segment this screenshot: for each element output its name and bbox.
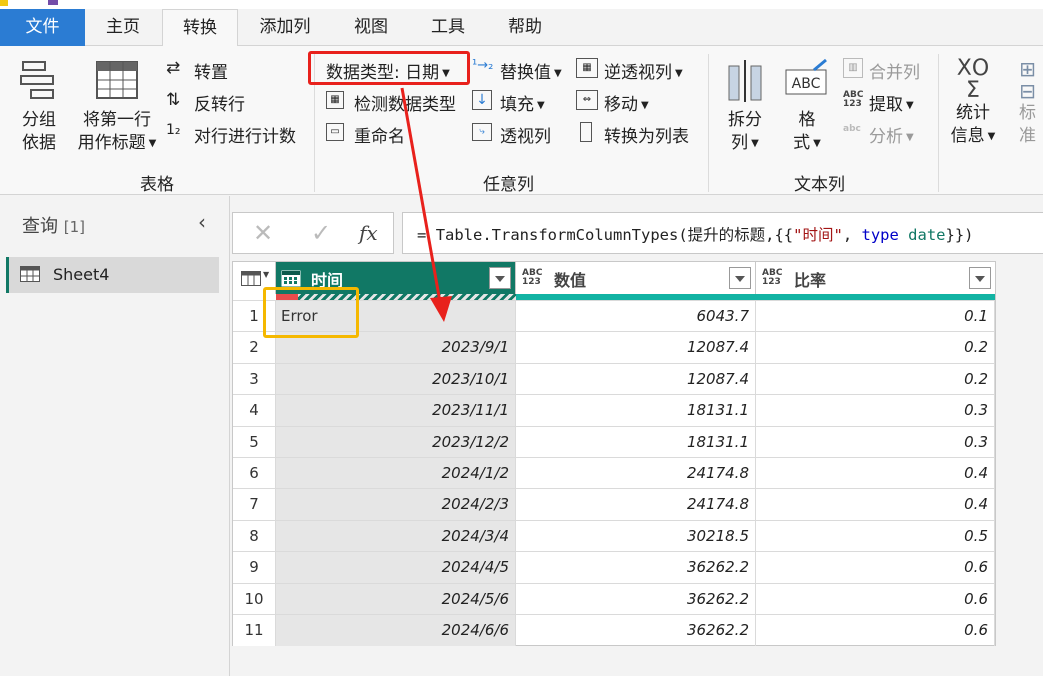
annotation-arrow [400, 87, 452, 322]
